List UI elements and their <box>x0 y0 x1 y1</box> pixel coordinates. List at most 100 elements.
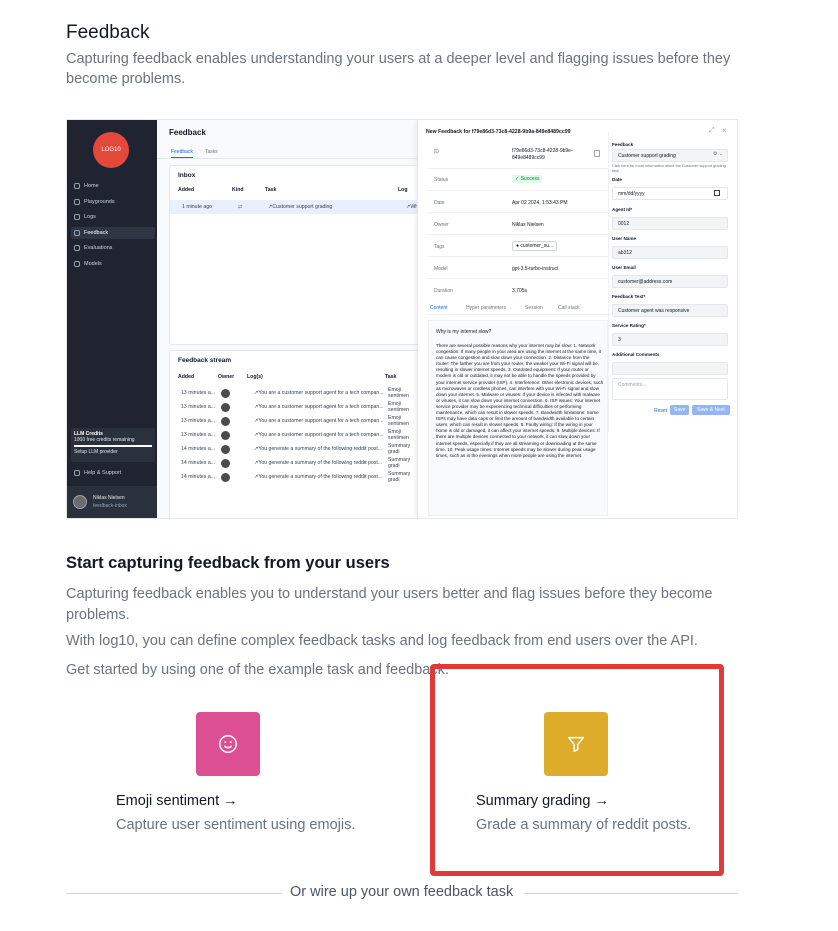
emoji-sentiment-link[interactable]: Emoji sentiment → <box>116 793 238 809</box>
agent-id-field: 0012 <box>612 217 728 230</box>
stream-card: Feedback stream Added Owner Log(s) Task … <box>169 350 419 518</box>
row-log: ↗You generate a summary of the following… <box>254 446 383 452</box>
nav-home: Home <box>71 180 155 192</box>
row-task: Emoji sentimen <box>388 429 410 441</box>
inbox-row: 1 minute ago ⇄ ↗Customer support grading… <box>170 200 421 214</box>
prompt-text: Why is my internet slow? <box>436 329 492 335</box>
row-added: 13 minutes a... <box>181 404 216 410</box>
copy-icon <box>594 150 600 157</box>
row-task: Summary gradi <box>388 457 411 469</box>
nav-feedback: Feedback <box>71 227 155 239</box>
divider <box>428 234 608 235</box>
nav-label: Logs <box>84 214 96 220</box>
inbox-title: Inbox <box>178 172 196 179</box>
field-key: Model <box>434 266 448 272</box>
models-icon <box>74 261 80 267</box>
emoji-sentiment-desc: Capture user sentiment using emojis. <box>116 817 356 833</box>
feedback-preview-image: LOG10 Home Playgrounds Logs Feedback Eva… <box>66 119 738 519</box>
avatar <box>221 430 230 440</box>
field-value: Apr 02 2024, 1:53:43 PM <box>512 200 568 206</box>
user-name: Niklas Nielsen <box>93 495 125 501</box>
form-label: Agent Id* <box>612 207 633 212</box>
task-select: Customer support grading <box>612 149 728 162</box>
avatar <box>221 388 230 398</box>
stream-title: Feedback stream <box>178 357 232 364</box>
comments-field: Comments... <box>612 378 728 400</box>
nav-label: Playgrounds <box>84 199 115 205</box>
panel-title: New Feedback for f79e86d3-73c8-4228-9b9a… <box>426 129 571 135</box>
user-row: Niklas Nielsen feedback-inbox <box>67 486 157 518</box>
field-key: Owner <box>434 222 449 228</box>
feedback-panel: New Feedback for f79e86d3-73c8-4228-9b9a… <box>417 120 737 518</box>
col-logs: Log(s) <box>247 374 263 380</box>
smile-icon <box>219 735 237 753</box>
nav-playgrounds: Playgrounds <box>71 196 155 208</box>
avatar <box>73 495 87 509</box>
field-key: Date <box>434 200 445 206</box>
divider <box>428 314 610 315</box>
row-added: 13 minutes a... <box>181 390 216 396</box>
form-label: User Email <box>612 265 636 270</box>
field-key: ID <box>434 149 439 155</box>
row-log: ↗You are a customer support agent for a … <box>254 432 384 438</box>
credits-box: LLM Credits 1000 free credits remaining … <box>71 428 155 462</box>
tab-tasks: Tasks <box>205 149 218 155</box>
chevron-down-icon: ⚙ ⌄ <box>713 151 724 157</box>
col-owner: Owner <box>218 374 235 380</box>
row-added: 14 minutes a... <box>181 460 216 466</box>
col-task: Task <box>265 187 277 193</box>
expand-icon: ⤢ <box>709 127 715 134</box>
content-box: Why is my internet slow? There are sever… <box>428 320 608 516</box>
row-task: Emoji sentimen <box>388 401 410 413</box>
divider-left <box>66 893 282 894</box>
date-field: mm/dd/yyyy <box>612 187 728 200</box>
row-task: Summary gradi <box>388 443 411 455</box>
credits-sub: 1000 free credits remaining <box>74 437 135 443</box>
user-org: feedback-inbox <box>93 503 127 509</box>
subtab-session: Session <box>525 305 543 311</box>
col-task: Task <box>385 374 397 380</box>
field-value: 3.705s <box>512 288 528 294</box>
save-next-button: Save & Next <box>692 405 730 415</box>
emoji-sentiment-tile[interactable] <box>196 712 260 776</box>
page-subtitle: Capturing feedback enables understanding… <box>66 51 731 87</box>
credits-link: Setup LLM provider <box>74 449 118 455</box>
form-label: User Name <box>612 236 637 241</box>
field-value: Niklas Nielsen <box>512 222 544 228</box>
section-paragraph-2: With log10, you can define complex feedb… <box>66 633 698 649</box>
field-key: Tags <box>434 244 445 250</box>
page-title: Feedback <box>66 22 150 43</box>
divider <box>428 212 608 213</box>
home-icon <box>74 183 80 189</box>
inbox-header: Added Kind Task Log <box>170 184 418 196</box>
row-log: ↗You generate a summary of the following… <box>254 460 383 466</box>
row-log: ↗You are a customer support agent for a … <box>254 418 384 424</box>
nav-models: Models <box>71 258 155 270</box>
feedback-icon <box>74 230 80 236</box>
stream-row: 14 minutes a... ↗You generate a summary … <box>170 443 418 455</box>
field-value: f79e86d3-73c8-4228-9b9e-849e8489cc99 <box>512 148 573 161</box>
avatar <box>221 472 230 482</box>
status-badge: ✓ Success <box>512 175 543 183</box>
stream-header: Added Owner Log(s) Task <box>170 371 418 383</box>
tabs-divider <box>157 158 417 159</box>
calendar-icon <box>714 190 720 196</box>
col-log: Log <box>398 187 408 193</box>
subtab-hyper: Hyper parameters <box>466 305 507 311</box>
stream-row: 13 minutes a... ↗You are a customer supp… <box>170 401 418 413</box>
col-added: Added <box>178 374 195 380</box>
divider-text: Or wire up your own feedback task <box>290 884 514 900</box>
form-label: Date <box>612 177 622 182</box>
help-icon <box>74 470 80 476</box>
credits-bar <box>74 445 152 447</box>
field-key: Duration <box>434 288 453 294</box>
row-log: ↗You are a customer support agent for a … <box>254 390 384 396</box>
form-divider <box>608 132 609 432</box>
field-key: Status <box>434 177 449 183</box>
divider-right <box>524 893 738 894</box>
col-kind: Kind <box>232 187 244 193</box>
save-button: Save <box>670 405 690 415</box>
row-task: Emoji sentimen <box>388 415 410 427</box>
avatar <box>221 402 230 412</box>
nav-label: Feedback <box>84 230 109 236</box>
